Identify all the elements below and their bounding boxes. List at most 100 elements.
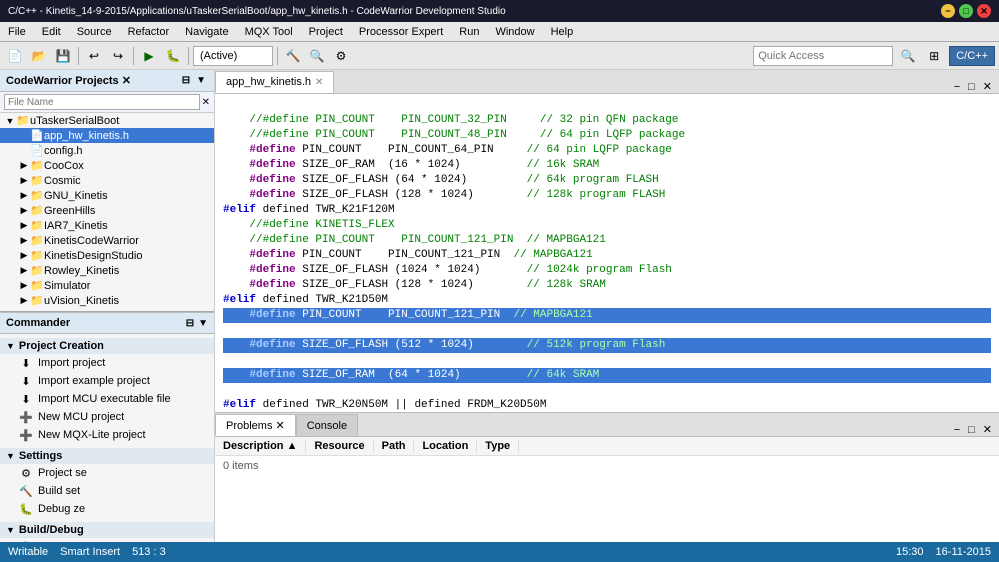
cmd-item-icon: ⬇	[18, 373, 34, 389]
commander-minimize-icon[interactable]: ⊟	[186, 318, 194, 329]
menu-item-file[interactable]: File	[0, 24, 34, 40]
tab-problems[interactable]: Problems ✕	[215, 414, 296, 436]
bottom-tab-bar: Problems ✕ Console − □ ✕	[215, 413, 999, 437]
collapse-all-icon[interactable]: ⊟	[180, 74, 192, 87]
commander-item-0-0[interactable]: ⬇Import project	[0, 354, 214, 372]
cmd-item-label: Debug ze	[38, 503, 85, 515]
project-explorer-header: CodeWarrior Projects ✕ ⊟ ▼	[0, 70, 214, 92]
open-button[interactable]: 📂	[28, 45, 50, 67]
cmd-item-icon: ➕	[18, 409, 34, 425]
menu-item-run[interactable]: Run	[451, 24, 487, 40]
maximize-button[interactable]: □	[959, 4, 973, 18]
tab-console-label: Console	[307, 420, 347, 432]
cmd-item-icon: 🐛	[18, 501, 34, 517]
bottom-panel: Problems ✕ Console − □ ✕ Description ▲ R…	[215, 412, 999, 542]
debug-button[interactable]: 🐛	[162, 45, 184, 67]
bottom-maximize-icon[interactable]: □	[965, 424, 978, 436]
save-button[interactable]: 💾	[52, 45, 74, 67]
commander-section-header-2[interactable]: ▼Build/Debug	[0, 522, 214, 538]
tree-item-label: Cosmic	[44, 175, 214, 187]
tree-item-app_hw_kinetis.h[interactable]: 📄app_hw_kinetis.h	[0, 128, 214, 143]
tree-item-uvision_kinetis[interactable]: ▶📁uVision_Kinetis	[0, 293, 214, 308]
commander-item-0-4[interactable]: ➕New MQX-Lite project	[0, 426, 214, 444]
undo-button[interactable]: ↩	[83, 45, 105, 67]
menu-item-window[interactable]: Window	[487, 24, 542, 40]
tree-arrow-icon: ▶	[18, 235, 30, 246]
tree-item-coocox[interactable]: ▶📁CooCox	[0, 158, 214, 173]
commander-section-2: ▼Build/Debug🔨Build (All)🧹Clean (All)🐛Deb…	[0, 520, 214, 542]
settings-button[interactable]: ⚙	[330, 45, 352, 67]
tree-arrow-icon: ▶	[18, 295, 30, 306]
bottom-close-icon[interactable]: ✕	[980, 423, 995, 436]
minimize-editor-icon[interactable]: −	[951, 81, 963, 93]
section-arrow-icon: ▼	[6, 525, 15, 535]
commander-item-1-0[interactable]: ⚙Project se	[0, 464, 214, 482]
tree-item-label: GreenHills	[44, 205, 214, 217]
tree-arrow-icon: ▶	[18, 265, 30, 276]
toolbar: 📄 📂 💾 ↩ ↪ ▶ 🐛 (Active) 🔨 🔍 ⚙ 🔍 ⊞ C/C++	[0, 42, 999, 70]
language-button[interactable]: C/C++	[949, 46, 995, 66]
menu-item-processor-expert[interactable]: Processor Expert	[351, 24, 451, 40]
run-button[interactable]: ▶	[138, 45, 160, 67]
tree-item-gnu_kinetis[interactable]: ▶📁GNU_Kinetis	[0, 188, 214, 203]
title-bar: C/C++ - Kinetis_14-9-2015/Applications/u…	[0, 0, 999, 22]
commander-panel: Commander ⊟ ▼ ▼Project Creation⬇Import p…	[0, 312, 214, 542]
editor-tab-app-hw-kinetis[interactable]: app_hw_kinetis.h ✕	[215, 71, 334, 93]
status-writable: Writable	[8, 546, 48, 558]
menu-item-edit[interactable]: Edit	[34, 24, 69, 40]
tree-item-rowley_kinetis[interactable]: ▶📁Rowley_Kinetis	[0, 263, 214, 278]
column-description: Description ▲	[215, 439, 306, 453]
commander-menu-icon[interactable]: ▼	[198, 318, 208, 329]
commander-item-1-2[interactable]: 🐛 Debug ze	[0, 500, 214, 518]
cmd-item-icon: ➕	[18, 427, 34, 443]
menu-item-help[interactable]: Help	[543, 24, 582, 40]
redo-button[interactable]: ↪	[107, 45, 129, 67]
build-button[interactable]: 🔨	[282, 45, 304, 67]
code-content[interactable]: //#define PIN_COUNT PIN_COUNT_32_PIN // …	[215, 94, 999, 412]
commander-body: ▼Project Creation⬇Import project⬇Import …	[0, 334, 214, 542]
menu-item-navigate[interactable]: Navigate	[177, 24, 236, 40]
problems-count: 0 items	[215, 456, 999, 476]
commander-item-1-1[interactable]: 🔨Build set	[0, 482, 214, 500]
tree-item-kinetisdesignstudio[interactable]: ▶📁KinetisDesignStudio	[0, 248, 214, 263]
menu-item-refactor[interactable]: Refactor	[120, 24, 178, 40]
commander-section-header-0[interactable]: ▼Project Creation	[0, 338, 214, 354]
menu-item-project[interactable]: Project	[301, 24, 351, 40]
tree-item-config.h[interactable]: 📄config.h	[0, 143, 214, 158]
tree-item-utaskerserialboot[interactable]: ▼📁uTaskerSerialBoot	[0, 113, 214, 128]
tree-arrow-icon: ▶	[18, 160, 30, 171]
maximize-editor-icon[interactable]: □	[965, 81, 978, 93]
file-name-search-input[interactable]	[4, 94, 200, 110]
search-clear-icon[interactable]: ✕	[202, 97, 210, 108]
tree-item-greenhills[interactable]: ▶📁GreenHills	[0, 203, 214, 218]
active-config-label: (Active)	[193, 46, 273, 66]
commander-section-0: ▼Project Creation⬇Import project⬇Import …	[0, 336, 214, 446]
tree-item-simulator[interactable]: ▶📁Simulator	[0, 278, 214, 293]
quick-access-search-icon[interactable]: 🔍	[897, 45, 919, 67]
panel-menu-icon[interactable]: ▼	[194, 74, 208, 87]
search-button[interactable]: 🔍	[306, 45, 328, 67]
open-perspective-button[interactable]: ⊞	[923, 45, 945, 67]
commander-item-0-1[interactable]: ⬇Import example project	[0, 372, 214, 390]
menu-item-mqx-tool[interactable]: MQX Tool	[237, 24, 301, 40]
new-button[interactable]: 📄	[4, 45, 26, 67]
status-bar: Writable Smart Insert 513 : 3 15:30 16-1…	[0, 542, 999, 562]
commander-section-header-1[interactable]: ▼Settings	[0, 448, 214, 464]
tab-problems-label: Problems ✕	[226, 419, 285, 432]
close-button[interactable]: ✕	[977, 4, 991, 18]
tree-item-iar7_kinetis[interactable]: ▶📁IAR7_Kinetis	[0, 218, 214, 233]
tree-item-cosmic[interactable]: ▶📁Cosmic	[0, 173, 214, 188]
tree-item-label: config.h	[44, 145, 214, 157]
problems-content: Description ▲ Resource Path Location Typ…	[215, 437, 999, 542]
tab-console[interactable]: Console	[296, 414, 358, 436]
commander-item-0-2[interactable]: ⬇Import MCU executable file	[0, 390, 214, 408]
commander-item-0-3[interactable]: ➕New MCU project	[0, 408, 214, 426]
minimize-button[interactable]: −	[941, 4, 955, 18]
cmd-item-label: Import project	[38, 357, 105, 369]
tree-item-kinetiscodewarrior[interactable]: ▶📁KinetisCodeWarrior	[0, 233, 214, 248]
quick-access-input[interactable]	[753, 46, 893, 66]
editor-tab-close-icon[interactable]: ✕	[315, 77, 323, 88]
bottom-minimize-icon[interactable]: −	[951, 424, 963, 436]
close-editor-icon[interactable]: ✕	[980, 80, 995, 93]
menu-item-source[interactable]: Source	[69, 24, 120, 40]
